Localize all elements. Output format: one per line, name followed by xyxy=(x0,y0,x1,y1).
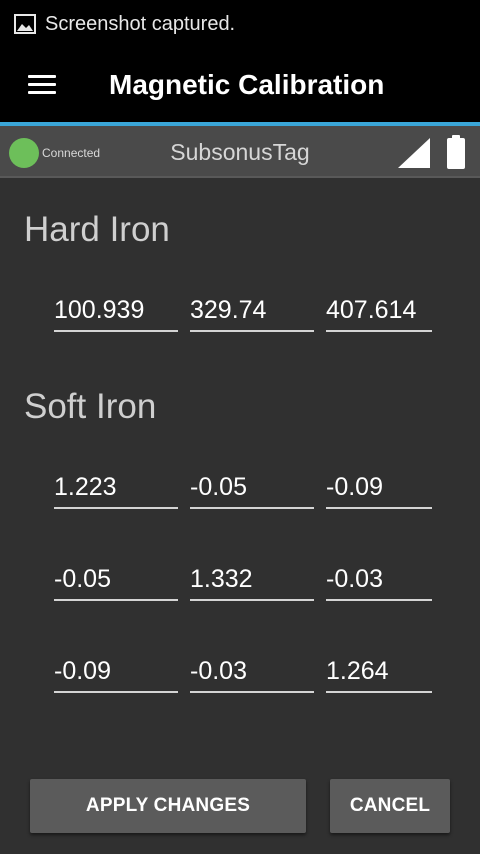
soft-iron-r2c2-input[interactable]: 1.332 xyxy=(190,557,314,601)
hard-iron-title: Hard Iron xyxy=(24,210,170,249)
hamburger-menu-icon[interactable] xyxy=(28,75,56,95)
soft-iron-r1c1-input[interactable]: 1.223 xyxy=(54,465,178,509)
hard-iron-y-input[interactable]: 329.74 xyxy=(190,288,314,332)
image-icon xyxy=(14,14,36,34)
hard-iron-x-input[interactable]: 100.939 xyxy=(54,288,178,332)
status-notification-text: Screenshot captured. xyxy=(45,12,236,35)
apply-changes-button[interactable]: APPLY CHANGES xyxy=(30,779,306,833)
soft-iron-title: Soft Iron xyxy=(24,387,157,426)
signal-strength-icon xyxy=(398,138,430,168)
soft-iron-r2c3-input[interactable]: -0.03 xyxy=(326,557,432,601)
soft-iron-r2c1-input[interactable]: -0.05 xyxy=(54,557,178,601)
hard-iron-z-input[interactable]: 407.614 xyxy=(326,288,432,332)
app-bar: Magnetic Calibration xyxy=(0,48,480,122)
soft-iron-r3c2-input[interactable]: -0.03 xyxy=(190,649,314,693)
soft-iron-r3c1-input[interactable]: -0.09 xyxy=(54,649,178,693)
device-status-bar: Connected SubsonusTag xyxy=(0,126,480,178)
cancel-button[interactable]: CANCEL xyxy=(330,779,450,833)
soft-iron-r1c2-input[interactable]: -0.05 xyxy=(190,465,314,509)
soft-iron-r1c3-input[interactable]: -0.09 xyxy=(326,465,432,509)
battery-icon xyxy=(447,135,465,169)
page-title: Magnetic Calibration xyxy=(109,69,385,100)
status-bar: Screenshot captured. xyxy=(0,0,480,48)
soft-iron-r3c3-input[interactable]: 1.264 xyxy=(326,649,432,693)
